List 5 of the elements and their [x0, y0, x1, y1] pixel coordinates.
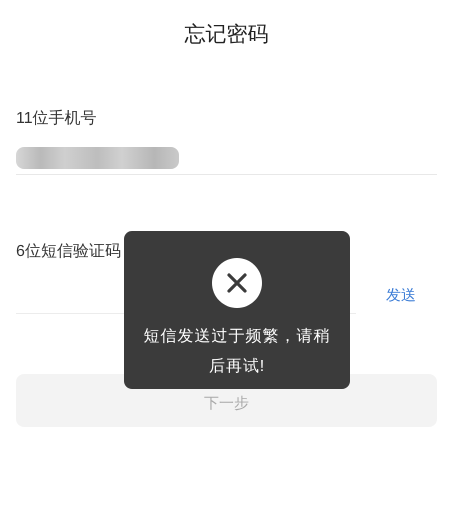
page-title: 忘记密码 [184, 22, 268, 48]
toast-message: 短信发送过于频繁，请稍后再试! [142, 326, 332, 377]
field-label: 6位短信验证码 [16, 243, 121, 260]
field-label: 11位手机号 [16, 110, 97, 127]
send-button[interactable]: 发送 [386, 284, 416, 308]
